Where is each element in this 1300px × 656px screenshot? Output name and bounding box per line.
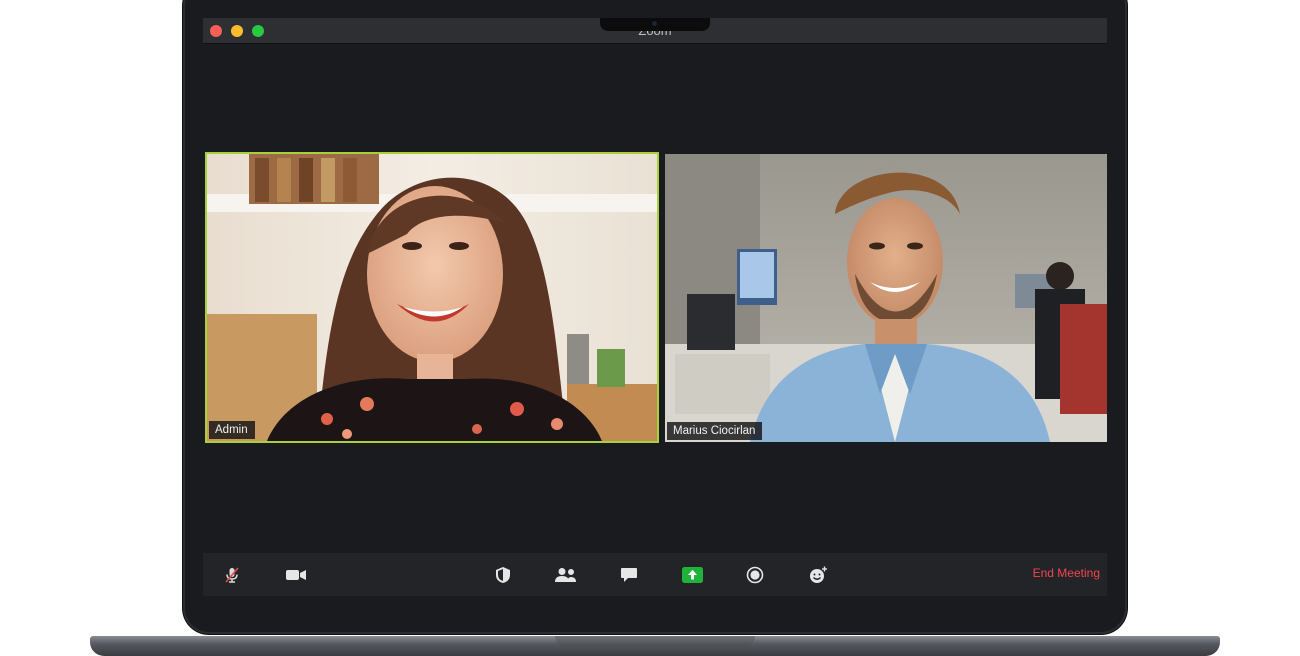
participants-button[interactable] — [553, 563, 579, 587]
chat-button[interactable] — [616, 563, 642, 587]
share-screen-icon — [681, 567, 703, 583]
record-button[interactable] — [742, 563, 768, 587]
mute-button[interactable] — [219, 563, 245, 587]
video-gallery: Admin Marius Ciocirlan — [203, 44, 1107, 553]
webcam-icon — [652, 21, 657, 26]
participant-video-feed — [665, 154, 1107, 442]
security-button[interactable] — [490, 563, 516, 587]
zoom-window: Zoom — [203, 18, 1107, 596]
meeting-toolbar: End Meeting — [203, 553, 1107, 596]
video-camera-icon — [286, 570, 306, 580]
mic-muted-icon — [225, 567, 239, 583]
laptop-hinge-groove — [555, 636, 755, 646]
end-meeting-button[interactable]: End Meeting — [1033, 566, 1100, 580]
participant-video-tile[interactable]: Marius Ciocirlan — [665, 154, 1107, 442]
chat-icon — [621, 568, 637, 582]
reactions-icon — [810, 566, 827, 583]
participants-icon — [555, 568, 576, 582]
participant-video-tile[interactable]: Admin — [205, 152, 659, 443]
security-shield-icon — [496, 567, 510, 583]
participant-name-tag: Admin — [209, 421, 255, 439]
participant-video-feed — [207, 154, 657, 441]
stop-video-button[interactable] — [283, 563, 309, 587]
reactions-button[interactable] — [805, 563, 831, 587]
participant-name-tag: Marius Ciocirlan — [667, 422, 763, 440]
share-screen-button[interactable] — [679, 563, 705, 587]
camera-notch — [600, 18, 710, 31]
record-icon — [746, 566, 764, 584]
